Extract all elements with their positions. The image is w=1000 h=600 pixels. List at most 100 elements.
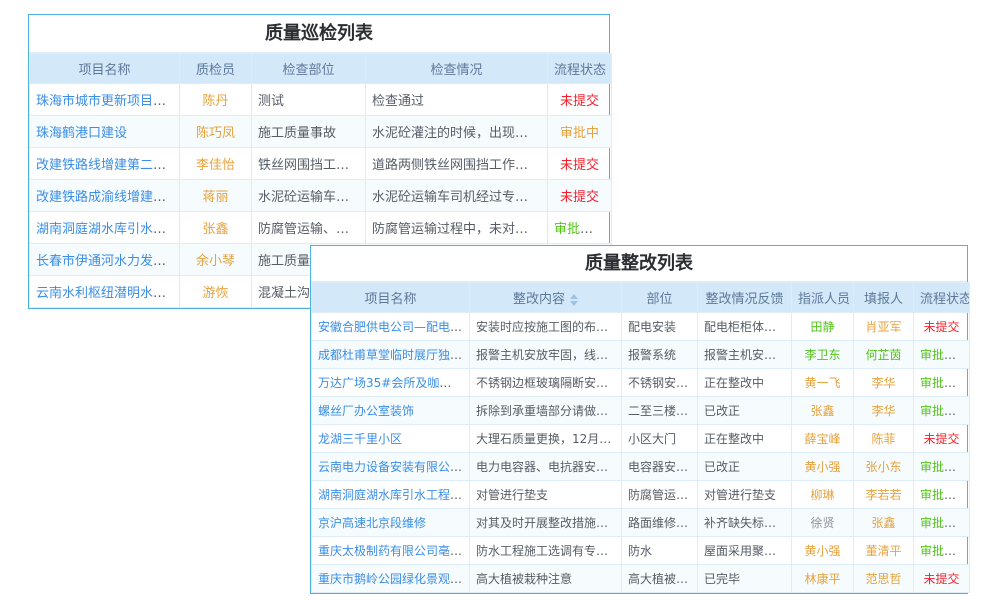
cell-text: 补齐缺失标志... bbox=[704, 516, 787, 530]
column-header-label: 质检员 bbox=[196, 63, 235, 78]
cell-text: 安装时应按施工图的布置，将... bbox=[476, 320, 622, 334]
cell-text: 正在整改中 bbox=[704, 376, 764, 390]
cell-text: 道路两侧铁丝网围挡工作按设计... bbox=[372, 158, 548, 173]
project-name-link[interactable]: 云南电力设备安装有限公司20... bbox=[318, 460, 470, 474]
project-name-link[interactable]: 螺丝厂办公室装饰 bbox=[318, 404, 414, 418]
project-name-cell: 珠海鹤港口建设 bbox=[30, 116, 180, 148]
cell-text: 报警主机安放... bbox=[704, 348, 787, 362]
project-name-cell: 京沪高速北京段维修 bbox=[312, 509, 470, 537]
inspection-header-row: 项目名称质检员检查部位检查情况流程状态 bbox=[30, 54, 612, 84]
column-header-label: 检查部位 bbox=[282, 63, 334, 78]
status-badge: 未提交 bbox=[560, 94, 599, 109]
person-cell: 李华 bbox=[854, 397, 914, 425]
project-name-link[interactable]: 云南水利枢纽潜明水库... bbox=[36, 286, 178, 301]
project-name-link[interactable]: 珠海市城市更新项目紫... bbox=[36, 94, 178, 109]
text-cell: 对管进行垫支 bbox=[470, 481, 622, 509]
status-badge: 审批通过 bbox=[554, 222, 606, 237]
cell-text: 防腐管运输过程中，未对管进行... bbox=[372, 222, 548, 237]
cell-text: 施工质量事故 bbox=[258, 126, 336, 141]
text-cell: 防腐管运输、布管 bbox=[252, 212, 366, 244]
rectification-table-title: 质量整改列表 bbox=[311, 246, 967, 282]
person-cell: 张鑫 bbox=[792, 397, 854, 425]
project-name-cell: 安徽合肥供电公司—配电设备... bbox=[312, 313, 470, 341]
person-cell: 何芷茵 bbox=[854, 341, 914, 369]
project-name-cell: 改建铁路成渝线增建第... bbox=[30, 180, 180, 212]
text-cell: 配电柜柜体与... bbox=[698, 313, 792, 341]
project-name-link[interactable]: 珠海鹤港口建设 bbox=[36, 126, 127, 141]
person-name: 黄小强 bbox=[804, 460, 840, 474]
text-cell: 安装时应按施工图的布置，将... bbox=[470, 313, 622, 341]
column-header-label: 流程状态 bbox=[920, 292, 970, 307]
person-name: 蒋丽 bbox=[202, 190, 228, 205]
person-name: 薛宝峰 bbox=[804, 432, 840, 446]
text-cell: 水泥砼灌注的时候，出现离析现象 bbox=[366, 116, 548, 148]
table-row: 改建铁路成渝线增建第...蒋丽水泥砼运输车检查水泥砼运输车司机经过专门培训...… bbox=[30, 180, 612, 212]
cell-text: 水泥砼运输车司机经过专门培训... bbox=[372, 190, 548, 205]
person-name: 柳琳 bbox=[810, 488, 834, 502]
project-name-link[interactable]: 成都杜甫草堂临时展厅独立展... bbox=[318, 348, 470, 362]
sort-icon[interactable] bbox=[570, 294, 578, 306]
project-name-link[interactable]: 湖南洞庭湖水库引水工程施工1... bbox=[318, 488, 470, 502]
column-header: 流程状态 bbox=[914, 283, 970, 313]
text-cell: 施工质量事故 bbox=[252, 116, 366, 148]
person-name: 李华 bbox=[871, 404, 895, 418]
person-cell: 李华 bbox=[854, 369, 914, 397]
person-cell: 徐贤 bbox=[792, 509, 854, 537]
person-name: 陈菲 bbox=[871, 432, 895, 446]
person-name: 李若若 bbox=[865, 488, 901, 502]
table-row: 云南电力设备安装有限公司20...电力电容器、电抗器安装方案...电容器安装..… bbox=[312, 453, 970, 481]
project-name-link[interactable]: 重庆市鹅岭公园绿化景观提升... bbox=[318, 572, 470, 586]
project-name-link[interactable]: 龙湖三千里小区 bbox=[318, 432, 402, 446]
person-cell: 张鑫 bbox=[180, 212, 252, 244]
project-name-link[interactable]: 改建铁路线增建第二线... bbox=[36, 158, 178, 173]
project-name-link[interactable]: 改建铁路成渝线增建第... bbox=[36, 190, 178, 205]
cell-text: 检查通过 bbox=[372, 94, 424, 109]
table-row: 螺丝厂办公室装饰拆除到承重墙部分请做好加固...二至三楼混...已改正张鑫李华审… bbox=[312, 397, 970, 425]
status-badge: 未提交 bbox=[560, 190, 599, 205]
person-cell: 林康平 bbox=[792, 565, 854, 593]
person-name: 张小东 bbox=[865, 460, 901, 474]
status-cell: 未提交 bbox=[914, 425, 970, 453]
column-header: 检查部位 bbox=[252, 54, 366, 84]
project-name-link[interactable]: 长春市伊通河水力发电... bbox=[36, 254, 178, 269]
project-name-link[interactable]: 万达广场35#会所及咖啡厅空... bbox=[318, 376, 470, 390]
status-badge: 审批通过 bbox=[920, 460, 968, 474]
cell-text: 铁丝网围挡工作检查 bbox=[258, 158, 366, 173]
project-name-link[interactable]: 重庆太极制药有限公司亳州中... bbox=[318, 544, 470, 558]
project-name-cell: 万达广场35#会所及咖啡厅空... bbox=[312, 369, 470, 397]
cell-text: 已改正 bbox=[704, 404, 740, 418]
project-name-cell: 螺丝厂办公室装饰 bbox=[312, 397, 470, 425]
person-name: 张鑫 bbox=[871, 516, 895, 530]
project-name-link[interactable]: 安徽合肥供电公司—配电设备... bbox=[318, 320, 470, 334]
column-header: 指派人员 bbox=[792, 283, 854, 313]
person-cell: 游恢 bbox=[180, 276, 252, 308]
person-name: 范思哲 bbox=[865, 572, 901, 586]
project-name-link[interactable]: 湖南洞庭湖水库引水工... bbox=[36, 222, 178, 237]
column-header-label: 整改内容 bbox=[513, 292, 565, 307]
person-cell: 黄小强 bbox=[792, 537, 854, 565]
status-cell: 审批通过 bbox=[914, 397, 970, 425]
text-cell: 正在整改中 bbox=[698, 425, 792, 453]
column-header[interactable]: 整改内容 bbox=[470, 283, 622, 313]
cell-text: 水泥砼灌注的时候，出现离析现象 bbox=[372, 126, 548, 141]
person-cell: 李若若 bbox=[854, 481, 914, 509]
person-name: 肖亚军 bbox=[865, 320, 901, 334]
text-cell: 已改正 bbox=[698, 453, 792, 481]
cell-text: 二至三楼混... bbox=[628, 404, 698, 418]
status-cell: 未提交 bbox=[548, 180, 612, 212]
project-name-link[interactable]: 京沪高速北京段维修 bbox=[318, 516, 426, 530]
rectification-header-row: 项目名称整改内容部位整改情况反馈指派人员填报人流程状态 bbox=[312, 283, 970, 313]
text-cell: 水泥砼运输车司机经过专门培训... bbox=[366, 180, 548, 212]
person-cell: 陈巧凤 bbox=[180, 116, 252, 148]
column-header: 流程状态 bbox=[548, 54, 612, 84]
person-cell: 黄小强 bbox=[792, 453, 854, 481]
status-badge: 审批通过 bbox=[920, 544, 968, 558]
person-cell: 范思哲 bbox=[854, 565, 914, 593]
project-name-cell: 龙湖三千里小区 bbox=[312, 425, 470, 453]
column-header-label: 项目名称 bbox=[78, 63, 130, 78]
text-cell: 电容器安装... bbox=[622, 453, 698, 481]
project-name-cell: 湖南洞庭湖水库引水工程施工1... bbox=[312, 481, 470, 509]
text-cell: 电力电容器、电抗器安装方案... bbox=[470, 453, 622, 481]
person-name: 黄一飞 bbox=[804, 376, 840, 390]
person-cell: 李卫东 bbox=[792, 341, 854, 369]
